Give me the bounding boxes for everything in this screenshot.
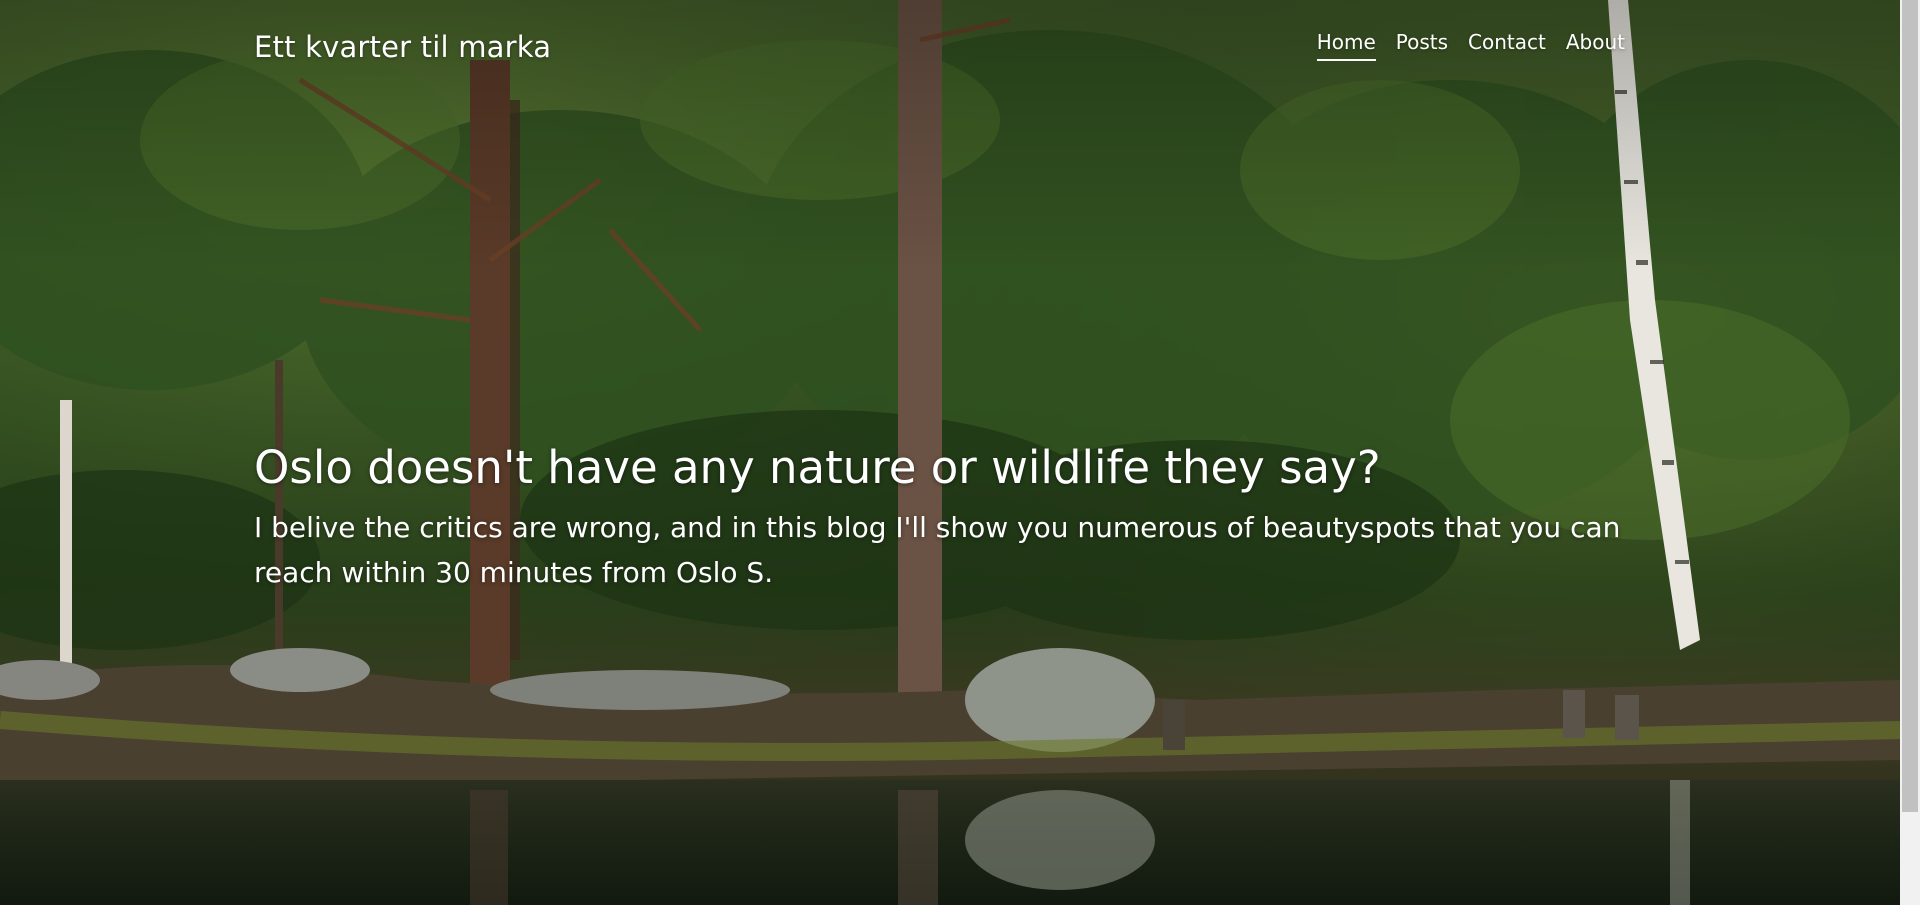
page-viewport: Ett kvarter til marka Home Posts Contact…	[0, 0, 1900, 905]
site-header: Ett kvarter til marka Home Posts Contact…	[0, 0, 1900, 100]
hero-section: Ett kvarter til marka Home Posts Contact…	[0, 0, 1900, 905]
hero-subtext: I belive the critics are wrong, and in t…	[254, 511, 1621, 590]
nav-link-contact[interactable]: Contact	[1468, 30, 1546, 61]
hero-text-block: Oslo doesn't have any nature or wildlife…	[254, 440, 1654, 596]
scrollbar-thumb[interactable]	[1902, 0, 1918, 812]
hero-heading: Oslo doesn't have any nature or wildlife…	[254, 441, 1381, 494]
nav-link-home[interactable]: Home	[1316, 30, 1376, 61]
nav-link-about[interactable]: About	[1566, 30, 1625, 61]
main-nav: Home Posts Contact About	[1316, 30, 1625, 61]
site-title[interactable]: Ett kvarter til marka	[254, 30, 551, 64]
nav-link-posts[interactable]: Posts	[1396, 30, 1448, 61]
